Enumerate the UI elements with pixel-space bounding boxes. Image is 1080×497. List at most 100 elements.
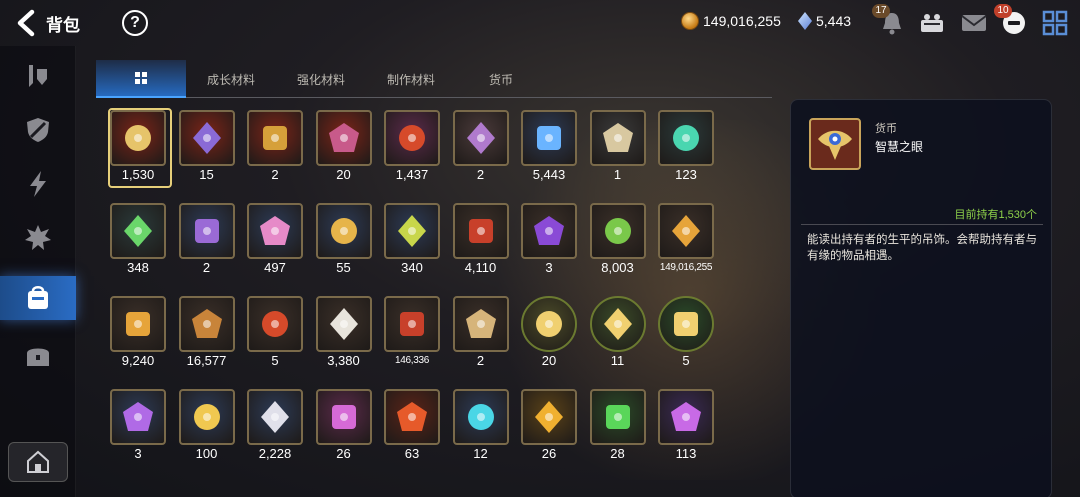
item-quantity: 1,530 bbox=[121, 167, 155, 182]
inventory-item-green-gem[interactable]: 123 bbox=[656, 108, 716, 188]
inventory-item-cat-token-a[interactable]: 20 bbox=[519, 294, 579, 374]
item-quantity: 5 bbox=[682, 353, 690, 368]
item-quantity: 340 bbox=[401, 260, 423, 275]
gold-amount: 149,016,255 bbox=[703, 13, 781, 29]
inventory-item-green-card[interactable]: 340 bbox=[382, 201, 442, 281]
grid-icon bbox=[135, 72, 147, 84]
inventory-item-green-rune[interactable]: 28 bbox=[588, 387, 648, 467]
inventory-item-bronze-badge[interactable]: 16,577 bbox=[177, 294, 237, 374]
inventory-item-pink-rune[interactable]: 26 bbox=[314, 387, 374, 467]
purple-medal-icon bbox=[315, 110, 372, 166]
inventory-item-purple-card[interactable]: 2 bbox=[451, 108, 511, 188]
inventory-item-purple-rune[interactable]: 113 bbox=[656, 387, 716, 467]
inventory-item-purple-seal[interactable]: 3 bbox=[519, 201, 579, 281]
tab-craft-materials[interactable]: 制作材料 bbox=[366, 60, 456, 98]
tab-growth-materials[interactable]: 成长材料 bbox=[186, 60, 276, 98]
inventory-item-cat-token-b[interactable]: 11 bbox=[588, 294, 648, 374]
page-title: 背包 bbox=[46, 16, 80, 35]
inventory-item-gold-coin[interactable]: 149,016,255 bbox=[656, 201, 716, 281]
shield-icon[interactable] bbox=[12, 108, 64, 152]
inventory-item-red-crest[interactable]: 146,336 bbox=[382, 294, 442, 374]
item-quantity: 63 bbox=[404, 446, 420, 461]
inventory-item-yellow-rune[interactable]: 26 bbox=[519, 387, 579, 467]
inventory-item-purple-medal[interactable]: 20 bbox=[314, 108, 374, 188]
yellow-rune-icon bbox=[521, 389, 577, 445]
chest-icon[interactable] bbox=[12, 334, 64, 378]
eye-of-wisdom-icon bbox=[110, 110, 166, 166]
eye-badge-icon bbox=[178, 110, 235, 166]
item-quantity: 113 bbox=[675, 446, 697, 461]
inventory-item-red-rune[interactable]: 63 bbox=[382, 387, 442, 467]
inventory-item-purple-lotus[interactable]: 3 bbox=[108, 387, 168, 467]
inventory-item-gold-hexagon[interactable]: 9,240 bbox=[108, 294, 168, 374]
equipment-icon[interactable] bbox=[12, 54, 64, 98]
item-detail-panel: 货币 智慧之眼 目前持有1,530个 能读出持有者的生平的吊饰。会帮助持有者与有… bbox=[790, 99, 1052, 497]
red-crest-icon bbox=[384, 296, 440, 352]
inventory-item-green-leaf[interactable]: 348 bbox=[108, 201, 168, 281]
item-quantity: 149,016,255 bbox=[659, 262, 713, 273]
gold-lotus-icon bbox=[178, 389, 235, 445]
tab-enhance-materials[interactable]: 强化材料 bbox=[276, 60, 366, 98]
spiky-icon[interactable] bbox=[12, 216, 64, 260]
item-quantity: 2 bbox=[271, 167, 279, 182]
item-quantity: 16,577 bbox=[186, 353, 227, 368]
bell-icon[interactable]: 17 bbox=[872, 4, 906, 36]
chat-badge: 10 bbox=[994, 4, 1012, 18]
gold-coin-icon bbox=[658, 203, 714, 259]
crystal-amount: 5,443 bbox=[816, 13, 852, 29]
inventory-item-book[interactable]: 1 bbox=[588, 108, 648, 188]
inventory-item-gold-lotus[interactable]: 100 bbox=[177, 387, 237, 467]
inventory-item-eye-of-wisdom[interactable]: 1,530 bbox=[108, 108, 172, 188]
blue-rune-icon bbox=[452, 389, 509, 445]
green-heart-icon bbox=[589, 203, 646, 259]
inventory-item-cat-token-c[interactable]: 5 bbox=[656, 294, 716, 374]
inventory-item-red-bracelet[interactable]: 4,110 bbox=[451, 201, 511, 281]
detail-category: 货币 bbox=[875, 123, 897, 135]
mail-icon[interactable] bbox=[960, 10, 988, 36]
inventory-item-blue-crystal[interactable]: 5,443 bbox=[519, 108, 579, 188]
inventory-item-pink-crystal[interactable]: 497 bbox=[245, 201, 305, 281]
blue-crystal-icon bbox=[521, 110, 577, 166]
bag-icon[interactable] bbox=[0, 276, 76, 320]
inventory-item-red-flag[interactable]: 5 bbox=[245, 294, 305, 374]
item-quantity: 9,240 bbox=[121, 353, 155, 368]
green-leaf-icon bbox=[110, 203, 166, 259]
inventory-item-eye-badge[interactable]: 15 bbox=[177, 108, 237, 188]
item-quantity: 8,003 bbox=[601, 260, 634, 275]
inventory-item-green-heart[interactable]: 8,003 bbox=[588, 201, 648, 281]
chat-icon[interactable]: 10 bbox=[994, 4, 1028, 36]
crystal-icon bbox=[798, 12, 812, 30]
tab-currency[interactable]: 货币 bbox=[456, 60, 546, 98]
item-quantity: 12 bbox=[473, 446, 488, 461]
inventory-item-white-lotus[interactable]: 2,228 bbox=[245, 387, 305, 467]
purple-tarot-icon bbox=[178, 203, 235, 259]
item-quantity: 2 bbox=[476, 167, 485, 182]
pink-crystal-icon bbox=[247, 203, 303, 259]
cat-token-c-icon bbox=[658, 296, 714, 352]
inventory-item-ticket[interactable]: 2 bbox=[451, 294, 511, 374]
inventory-item-red-orb[interactable]: 1,437 bbox=[382, 108, 442, 188]
inventory-item-star-compass[interactable]: 55 bbox=[314, 201, 374, 281]
back-arrow-icon[interactable] bbox=[14, 8, 42, 38]
inventory-grid: 1,530 15 2 20 1,437 2 5,443 1 123 348 2 497 55 340 4,1… bbox=[106, 106, 726, 497]
detail-divider bbox=[801, 224, 1043, 225]
amber-crystal-icon bbox=[247, 110, 303, 166]
guild-icon[interactable] bbox=[918, 10, 946, 36]
cat-token-b-icon bbox=[589, 296, 646, 352]
menu-grid-icon[interactable] bbox=[1042, 10, 1070, 36]
inventory-item-white-chess[interactable]: 3,380 bbox=[314, 294, 374, 374]
green-rune-icon bbox=[589, 389, 646, 445]
white-chess-icon bbox=[315, 296, 372, 352]
item-quantity: 26 bbox=[541, 446, 557, 461]
tab-all[interactable] bbox=[96, 60, 186, 98]
inventory-item-blue-rune[interactable]: 12 bbox=[451, 387, 511, 467]
item-quantity: 11 bbox=[610, 353, 625, 368]
help-button[interactable]: ? bbox=[122, 10, 148, 36]
inventory-item-amber-crystal[interactable]: 2 bbox=[245, 108, 305, 188]
item-quantity: 2,228 bbox=[258, 446, 292, 461]
detail-description: 能读出持有者的生平的吊饰。会帮助持有者与有缘的物品相遇。 bbox=[807, 234, 1037, 262]
lightning-icon[interactable] bbox=[12, 162, 64, 206]
item-quantity: 3 bbox=[134, 446, 142, 461]
inventory-item-purple-tarot[interactable]: 2 bbox=[177, 201, 237, 281]
house-icon[interactable] bbox=[8, 442, 68, 482]
